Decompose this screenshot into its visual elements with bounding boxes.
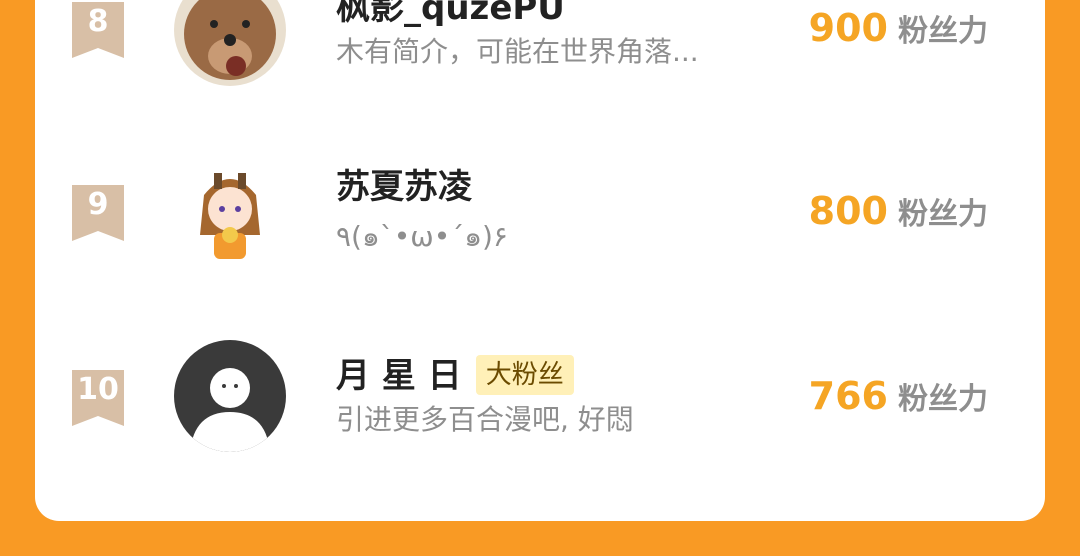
rank-badge-icon: 8	[72, 2, 124, 58]
rank-number: 9	[87, 187, 109, 222]
avatar[interactable]	[174, 0, 286, 86]
fan-power-score: 800 粉丝力	[809, 189, 988, 241]
score-unit: 粉丝力	[898, 197, 988, 232]
user-name-text: 月 星 日	[336, 356, 462, 396]
score-unit: 粉丝力	[898, 382, 988, 417]
rank-badge-icon: 10	[72, 370, 124, 426]
user-bio: 木有简介，可能在世界角落...	[336, 35, 699, 68]
ranking-row[interactable]: 10 月 星 日大粉丝 引进更多百合漫吧, 好悶 766 粉丝力	[0, 320, 1080, 470]
fan-power-score: 900 粉丝力	[809, 6, 988, 58]
user-name[interactable]: 月 星 日大粉丝	[336, 354, 574, 398]
fan-power-score: 766 粉丝力	[809, 374, 988, 426]
fan-level-tag: 大粉丝	[475, 354, 574, 395]
user-bio: 引进更多百合漫吧, 好悶	[336, 403, 634, 436]
score-unit: 粉丝力	[898, 14, 988, 49]
ranking-row[interactable]: 8 枫影_quzePU 木有简介，可能在世界角落... 900 粉丝力	[0, 0, 1080, 100]
rank-number: 8	[87, 4, 109, 39]
ranking-row[interactable]: 9 苏夏苏凌 ٩(๑`•ω•´๑)۶ 800 粉丝力	[0, 135, 1080, 285]
score-value: 900	[808, 6, 888, 50]
score-value: 766	[808, 374, 888, 418]
user-name[interactable]: 枫影_quzePU	[336, 0, 565, 30]
rank-number: 10	[77, 372, 119, 407]
default-avatar-icon[interactable]	[174, 340, 286, 452]
avatar[interactable]	[174, 155, 286, 267]
rank-badge-icon: 9	[72, 185, 124, 241]
score-value: 800	[808, 189, 888, 233]
user-name[interactable]: 苏夏苏凌	[336, 165, 472, 209]
user-bio: ٩(๑`•ω•´๑)۶	[336, 220, 508, 253]
